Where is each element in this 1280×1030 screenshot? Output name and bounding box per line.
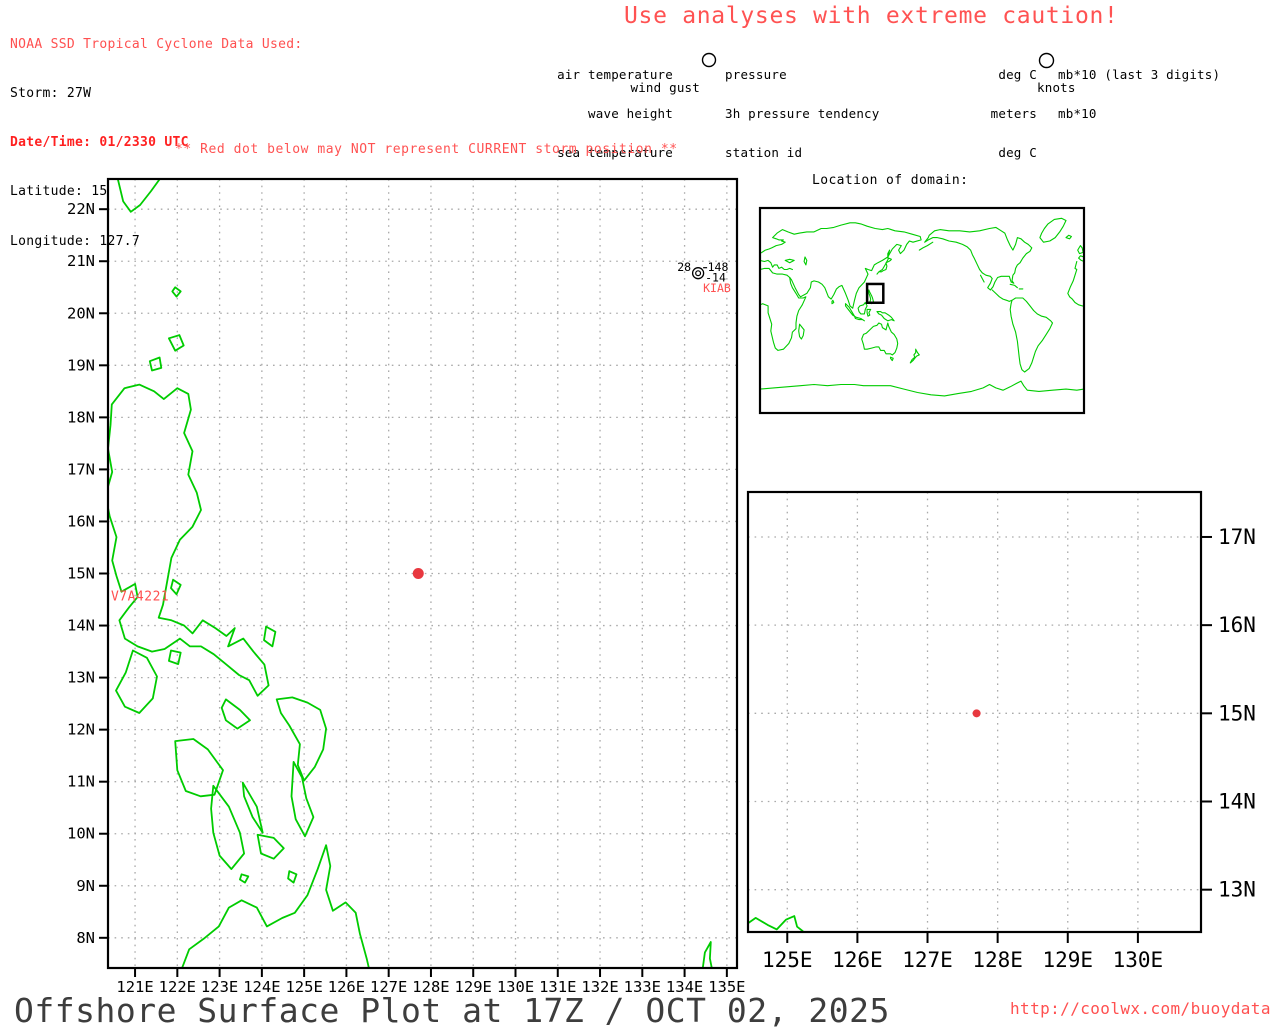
coastline — [167, 649, 182, 665]
main-map-y-tick-label: 19N — [67, 356, 95, 374]
storm-position-dot-zoom — [972, 709, 981, 718]
coastline — [210, 784, 246, 870]
coastline — [798, 323, 805, 340]
main-map-y-tick-label: 11N — [67, 773, 95, 791]
station-inner-circle-icon — [695, 270, 702, 277]
map-canvas: 121E 122E 123E 124E 125E 126E 127E 128E 129E 130E… — [67, 177, 1256, 996]
main-map-y-tick-label: 18N — [67, 408, 95, 426]
coastline — [909, 348, 920, 364]
zoom-inset-x-tick-label: 129E — [1042, 948, 1093, 972]
main-map-coastlines — [108, 179, 713, 968]
main-map-y-tick-label: 9N — [76, 877, 95, 895]
coastline — [167, 334, 185, 352]
coastline — [844, 303, 865, 322]
zoom-inset-x-tick-label: 128E — [972, 948, 1023, 972]
coastline — [889, 356, 894, 362]
zoom-inset-x-tick-label: 127E — [902, 948, 953, 972]
storm-position-dot — [412, 568, 424, 579]
coastline — [1077, 245, 1084, 255]
coastline — [1039, 217, 1067, 243]
zoom-inset-y-tick-label: 14N — [1218, 789, 1256, 813]
coastline — [866, 308, 872, 317]
world-inset-border — [758, 206, 1086, 415]
main-map-y-tick-label: 13N — [67, 669, 95, 687]
coastline — [748, 915, 805, 932]
main-map-y-tick-label: 15N — [67, 565, 95, 583]
main-map-y-tick-label: 21N — [67, 252, 95, 270]
plot-title: Offshore Surface Plot at 17Z / OCT 02, 2… — [14, 991, 890, 1030]
station-plot-kiab: 28 148-14KIAB — [677, 260, 731, 295]
main-map-y-tick-label: 22N — [67, 200, 95, 218]
coastline — [760, 380, 1084, 397]
coastline — [857, 301, 868, 315]
zoom-inset-x-tick-label: 130E — [1113, 948, 1164, 972]
coastline — [979, 274, 985, 283]
offshore-surface-plot-page: { "colors": { "red_label": "#ff5050", "r… — [0, 0, 1280, 1030]
main-map-y-tick-label: 16N — [67, 512, 95, 530]
coastline — [238, 873, 250, 884]
coastline — [876, 311, 895, 322]
zoom-inset-coastlines — [748, 915, 805, 932]
ship-report-label: V7A4221 — [111, 589, 169, 604]
main-map-y-tick-label: 10N — [67, 825, 95, 843]
station-id-label: KIAB — [703, 281, 731, 295]
zoom-inset-y-tick-label: 15N — [1218, 701, 1256, 725]
main-map-y-tick-label: 17N — [67, 460, 95, 478]
coastline — [1009, 283, 1018, 289]
coastline — [220, 698, 251, 730]
station-air-temperature: 28 — [677, 260, 691, 274]
coastline — [918, 241, 934, 251]
coastline — [287, 870, 298, 884]
coastline — [1009, 297, 1054, 373]
coastline — [861, 322, 899, 356]
coastline — [171, 286, 182, 298]
coastline — [760, 222, 922, 309]
coastline — [876, 257, 892, 275]
coastline — [116, 179, 161, 213]
coastline — [263, 625, 277, 648]
coastline — [991, 289, 1013, 302]
zoom-inset-y-tick-label: 17N — [1218, 525, 1256, 549]
coastline — [1067, 260, 1084, 307]
coastline — [760, 276, 807, 351]
coastline — [148, 356, 163, 372]
coastline — [181, 844, 370, 968]
coastline — [803, 256, 808, 266]
station-circle-icon — [691, 267, 705, 280]
main-map-y-tick-label: 14N — [67, 617, 95, 635]
zoom-inset-y-tick-label: 16N — [1218, 613, 1256, 637]
source-url: http://coolwx.com/buoydata — [1010, 999, 1271, 1018]
domain-location-box — [865, 282, 885, 305]
coastline — [924, 226, 1033, 291]
coastline — [170, 578, 182, 596]
coastline — [108, 383, 270, 697]
zoom-inset-x-tick-label: 125E — [762, 948, 813, 972]
coastline — [784, 258, 795, 264]
zoom-inset-x-tick-label: 126E — [832, 948, 883, 972]
main-map-y-tick-label: 20N — [67, 304, 95, 322]
coastline — [831, 299, 835, 305]
zoom-inset-y-tick-label: 13N — [1218, 878, 1256, 902]
main-map-y-tick-label: 8N — [76, 929, 95, 947]
main-map-y-tick-label: 12N — [67, 721, 95, 739]
coastline — [241, 781, 264, 834]
coastline — [1065, 234, 1072, 240]
world-inset-coastlines — [760, 217, 1084, 397]
coastline — [275, 696, 328, 782]
coastline — [115, 649, 158, 714]
